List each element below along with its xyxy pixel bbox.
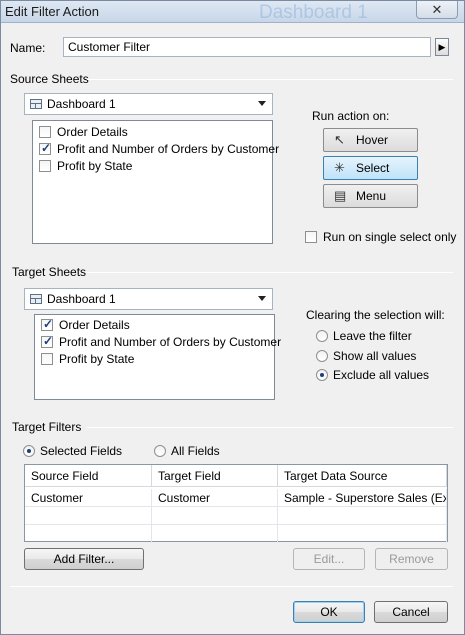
- target-sheets-heading: Target Sheets: [12, 265, 87, 279]
- divider: [87, 79, 453, 80]
- name-insert-button[interactable]: ▶: [435, 38, 449, 56]
- title-bar[interactable]: Edit Filter Action Dashboard 1 ✕: [1, 1, 464, 23]
- source-sheets-list: Order Details Profit and Number of Order…: [32, 120, 279, 244]
- selected-fields-option[interactable]: Selected Fields: [23, 444, 122, 460]
- chevron-down-icon: [258, 296, 266, 301]
- edit-button[interactable]: Edit...: [293, 548, 365, 570]
- radio-button[interactable]: [154, 445, 166, 457]
- source-sheet-item[interactable]: Profit by State: [39, 159, 132, 175]
- checkbox[interactable]: [41, 353, 53, 365]
- run-action-heading: Run action on:: [312, 109, 390, 123]
- empty-cell: [25, 507, 152, 525]
- target-filters-heading: Target Filters: [12, 420, 82, 434]
- clear-show-option[interactable]: Show all values: [316, 349, 416, 365]
- remove-button[interactable]: Remove: [375, 548, 448, 570]
- target-sheet-item[interactable]: Order Details: [41, 317, 130, 334]
- close-icon: ✕: [431, 2, 443, 17]
- filters-table: Source Field Target Field Target Data So…: [24, 464, 448, 543]
- clear-show-label: Show all values: [333, 349, 417, 363]
- checkbox-checked[interactable]: [39, 141, 51, 155]
- all-fields-option[interactable]: All Fields: [154, 444, 220, 460]
- dashboard-icon: [30, 99, 42, 109]
- source-sheet-item[interactable]: Profit and Number of Orders by Customer: [39, 141, 280, 158]
- selected-fields-label: Selected Fields: [40, 444, 123, 458]
- select-cursor-icon: ✳: [334, 160, 345, 175]
- target-sheets-list: Order Details Profit and Number of Order…: [34, 314, 281, 400]
- all-fields-label: All Fields: [171, 444, 220, 458]
- menu-button[interactable]: ▤ Menu: [323, 184, 418, 208]
- divider: [87, 272, 453, 273]
- target-sheet-label: Profit by State: [59, 352, 135, 366]
- single-select-label: Run on single select only: [323, 230, 457, 244]
- dashboard-icon: [30, 294, 42, 304]
- source-dashboard-select[interactable]: Dashboard 1: [24, 93, 273, 115]
- source-sheet-label: Profit by State: [57, 159, 133, 173]
- source-sheet-item[interactable]: Order Details: [39, 125, 128, 141]
- name-label: Name:: [10, 41, 46, 55]
- select-label: Select: [356, 161, 390, 175]
- radio-button[interactable]: [316, 350, 328, 362]
- divider: [87, 427, 453, 428]
- target-dashboard-select[interactable]: Dashboard 1: [24, 288, 273, 310]
- checkbox-checked[interactable]: [41, 317, 53, 331]
- chevron-down-icon: [258, 101, 266, 106]
- empty-cell: [152, 525, 278, 543]
- source-dashboard-value: Dashboard 1: [47, 97, 116, 111]
- name-input[interactable]: Customer Filter: [63, 37, 431, 57]
- clear-exclude-label: Exclude all values: [333, 368, 430, 382]
- clearing-heading: Clearing the selection will:: [306, 308, 445, 322]
- radio-button[interactable]: [316, 330, 328, 342]
- dialog-body: Name: Customer Filter ▶ Source Sheets Da…: [1, 24, 464, 634]
- checkbox[interactable]: [305, 231, 317, 243]
- ok-button[interactable]: OK: [293, 601, 365, 623]
- column-header-source-field[interactable]: Source Field: [25, 465, 152, 487]
- radio-button-selected[interactable]: [316, 369, 328, 381]
- filter-action-dialog: Edit Filter Action Dashboard 1 ✕ Name: C…: [0, 0, 465, 635]
- target-sheet-item[interactable]: Profit by State: [41, 352, 134, 368]
- close-button[interactable]: ✕: [416, 1, 458, 19]
- right-arrow-icon: ▶: [438, 42, 446, 52]
- column-header-target-field[interactable]: Target Field: [152, 465, 278, 487]
- table-cell-target-field[interactable]: Customer: [152, 489, 278, 507]
- empty-cell: [278, 507, 447, 525]
- dialog-title: Edit Filter Action: [5, 4, 99, 19]
- checkbox[interactable]: [39, 160, 51, 172]
- empty-cell: [25, 525, 152, 543]
- cancel-button[interactable]: Cancel: [374, 601, 448, 623]
- target-sheet-item[interactable]: Profit and Number of Orders by Customer: [41, 334, 282, 351]
- target-dashboard-value: Dashboard 1: [47, 292, 116, 306]
- single-select-option[interactable]: Run on single select only: [305, 230, 456, 246]
- empty-cell: [152, 507, 278, 525]
- empty-cell: [278, 525, 447, 543]
- target-sheet-label: Order Details: [59, 318, 130, 332]
- table-cell-source-field[interactable]: Customer: [25, 489, 152, 507]
- checkbox-checked[interactable]: [41, 334, 53, 348]
- clear-leave-label: Leave the filter: [333, 329, 412, 343]
- source-sheet-label: Order Details: [57, 125, 128, 139]
- clear-exclude-option[interactable]: Exclude all values: [316, 368, 429, 384]
- source-sheets-heading: Source Sheets: [10, 72, 89, 86]
- hover-button[interactable]: ↖ Hover: [323, 128, 418, 152]
- menu-cursor-icon: ▤: [334, 188, 347, 203]
- column-header-target-data-source[interactable]: Target Data Source: [278, 465, 447, 487]
- table-cell-target-data-source[interactable]: Sample - Superstore Sales (Ex...: [278, 489, 447, 507]
- source-sheet-label: Profit and Number of Orders by Customer: [57, 142, 280, 156]
- pointer-icon: ↖: [334, 132, 345, 147]
- menu-label: Menu: [356, 189, 387, 203]
- name-input-value: Customer Filter: [68, 40, 151, 54]
- radio-button-selected[interactable]: [23, 445, 35, 457]
- clear-leave-option[interactable]: Leave the filter: [316, 329, 412, 345]
- select-button[interactable]: ✳ Select: [323, 156, 418, 180]
- checkbox[interactable]: [39, 126, 51, 138]
- background-dashboard-title: Dashboard 1: [259, 2, 368, 23]
- add-filter-button[interactable]: Add Filter...: [24, 548, 144, 570]
- divider: [10, 586, 453, 587]
- target-sheet-label: Profit and Number of Orders by Customer: [59, 335, 282, 349]
- hover-label: Hover: [356, 133, 389, 147]
